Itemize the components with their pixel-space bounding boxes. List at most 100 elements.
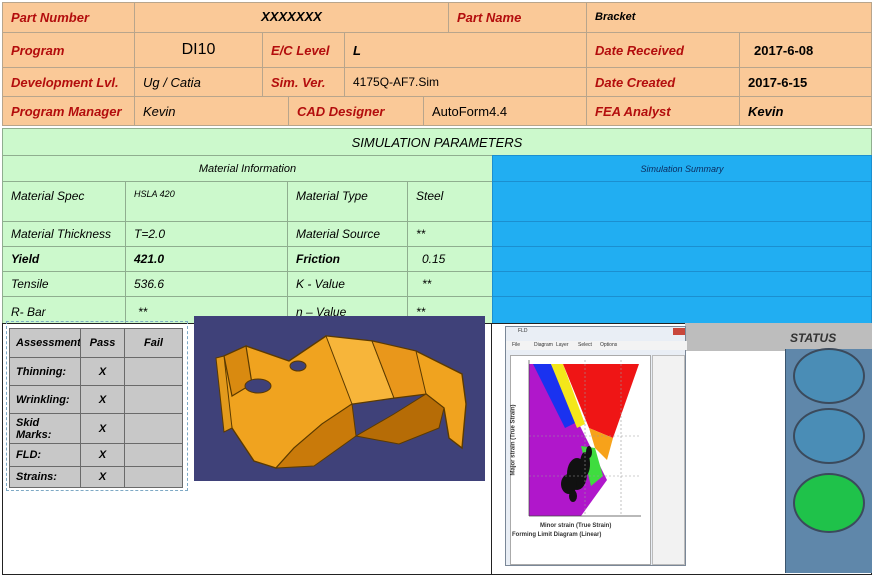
program-label: Program: [11, 42, 65, 58]
assessment-fail-cell: [124, 466, 183, 488]
fld-caption: Forming Limit Diagram (Linear): [512, 532, 602, 538]
material-info-header: Material Information: [2, 155, 493, 182]
fld-ylabel: Major strain (True Strain): [510, 404, 517, 476]
friction-value: 0.15: [422, 252, 446, 266]
rbar-label-cell: R- Bar: [2, 296, 126, 324]
date-received-cell: 2017-6-08: [739, 32, 872, 68]
part-number-cell: XXXXXXX: [134, 2, 449, 33]
assessment-header-fail: Fail: [124, 328, 183, 358]
spec-label-cell: Material Spec: [2, 181, 126, 222]
material-info-title: Material Information: [198, 162, 297, 175]
date-created-label-cell: Date Created: [586, 67, 740, 97]
part-number-value: XXXXXXX: [261, 9, 322, 24]
fld-close-button[interactable]: [673, 328, 685, 335]
bracket-model-icon: [215, 335, 467, 469]
type-cell: Steel: [407, 181, 493, 222]
fld-window-title: FLD: [518, 328, 528, 334]
assessment-fail-cell: [124, 357, 183, 386]
ec-level-value: L: [353, 42, 361, 58]
part-view: [194, 316, 485, 481]
sim-ver-label: Sim. Ver.: [271, 74, 326, 90]
cad-label-cell: CAD Designer: [288, 96, 424, 126]
sim-ver-value: 4175Q-AF7.Sim: [353, 75, 440, 89]
fld-menu-item[interactable]: Layer: [556, 342, 569, 348]
status-light-top: [793, 348, 865, 404]
summary-row: [492, 246, 872, 272]
spec-cell: HSLA 420: [125, 181, 288, 222]
date-received-value: 2017-6-08: [754, 42, 814, 58]
part-number-label: Part Number: [11, 10, 90, 25]
fld-menu-bar: File Diagram Layer Select Options: [506, 341, 687, 350]
ec-level-label: E/C Level: [271, 42, 330, 58]
program-label-cell: Program: [2, 32, 135, 68]
spec-value: HSLA 420: [134, 189, 175, 199]
date-received-label-cell: Date Received: [586, 32, 740, 68]
summary-row: [492, 271, 872, 297]
dev-lvl-value: Ug / Catia: [143, 74, 201, 90]
fld-menu-item[interactable]: Options: [600, 342, 617, 348]
assessment-fail-cell: [124, 413, 183, 444]
fld-menu-item[interactable]: File: [512, 342, 520, 348]
source-cell: **: [407, 221, 493, 247]
fld-menu-item[interactable]: Select: [578, 342, 592, 348]
thickness-value: T=2.0: [134, 227, 166, 241]
assessment-row-label: FLD:: [9, 443, 81, 467]
ec-level-label-cell: E/C Level: [262, 32, 345, 68]
thickness-label: Material Thickness: [11, 227, 112, 241]
part-name-label: Part Name: [457, 10, 522, 25]
yield-value: 421.0: [134, 252, 165, 266]
assessment-pass-cell: X: [80, 413, 125, 444]
friction-label: Friction: [296, 252, 340, 266]
rbar-value: **: [138, 305, 148, 319]
source-value: **: [416, 227, 426, 241]
friction-cell: 0.15: [407, 246, 493, 272]
part-name-label-cell: Part Name: [448, 2, 587, 33]
fld-menu-item[interactable]: Diagram: [534, 342, 553, 348]
assessment-pass-cell: X: [80, 466, 125, 488]
dev-lvl-label: Development Lvl.: [11, 74, 119, 90]
summary-row: [492, 296, 872, 324]
thickness-label-cell: Material Thickness: [2, 221, 126, 247]
yield-cell: 421.0: [125, 246, 288, 272]
part-name-cell: Bracket: [586, 2, 872, 33]
fld-side-panel: [652, 355, 685, 565]
ec-level-cell: L: [344, 32, 587, 68]
k-cell: **: [407, 271, 493, 297]
assessment-fail-cell: [124, 443, 183, 467]
assessment-row-label: Skid Marks:: [9, 413, 81, 444]
assessment-fail-cell: [124, 385, 183, 414]
thickness-cell: T=2.0: [125, 221, 288, 247]
spec-label: Material Spec: [11, 189, 85, 203]
yield-label: Yield: [11, 252, 40, 266]
sim-ver-cell: 4175Q-AF7.Sim: [344, 67, 587, 97]
summary-row: [492, 221, 872, 247]
type-value: Steel: [416, 189, 444, 203]
pm-label-cell: Program Manager: [2, 96, 135, 126]
sim-summary-header: Simulation Summary: [492, 155, 872, 182]
dev-lvl-cell: Ug / Catia: [134, 67, 263, 97]
fea-value: Kevin: [748, 103, 784, 119]
fea-label-cell: FEA Analyst: [586, 96, 740, 126]
source-label-cell: Material Source: [287, 221, 408, 247]
status-light-middle: [793, 408, 865, 464]
status-light-bottom: [793, 473, 865, 533]
pm-label: Program Manager: [11, 103, 122, 119]
sim-params-title-cell: SIMULATION PARAMETERS: [2, 128, 872, 156]
assessment-row-label: Thinning:: [9, 357, 81, 386]
rbar-label: R- Bar: [11, 305, 46, 319]
k-label-cell: K - Value: [287, 271, 408, 297]
part-name-value: Bracket: [595, 11, 636, 23]
sim-params-title: SIMULATION PARAMETERS: [351, 134, 523, 150]
k-label: K - Value: [296, 277, 345, 291]
cad-label: CAD Designer: [297, 103, 385, 119]
assessment-header-pass: Pass: [80, 328, 125, 358]
fea-cell: Kevin: [739, 96, 872, 126]
sim-ver-label-cell: Sim. Ver.: [262, 67, 345, 97]
summary-row: [492, 181, 872, 222]
pm-cell: Kevin: [134, 96, 289, 126]
assessment-pass-cell: X: [80, 357, 125, 386]
type-label: Material Type: [296, 189, 368, 203]
assessment-header-assessment: Assessment: [9, 328, 81, 358]
lower-divider: [491, 323, 492, 575]
assessment-pass-cell: X: [80, 385, 125, 414]
